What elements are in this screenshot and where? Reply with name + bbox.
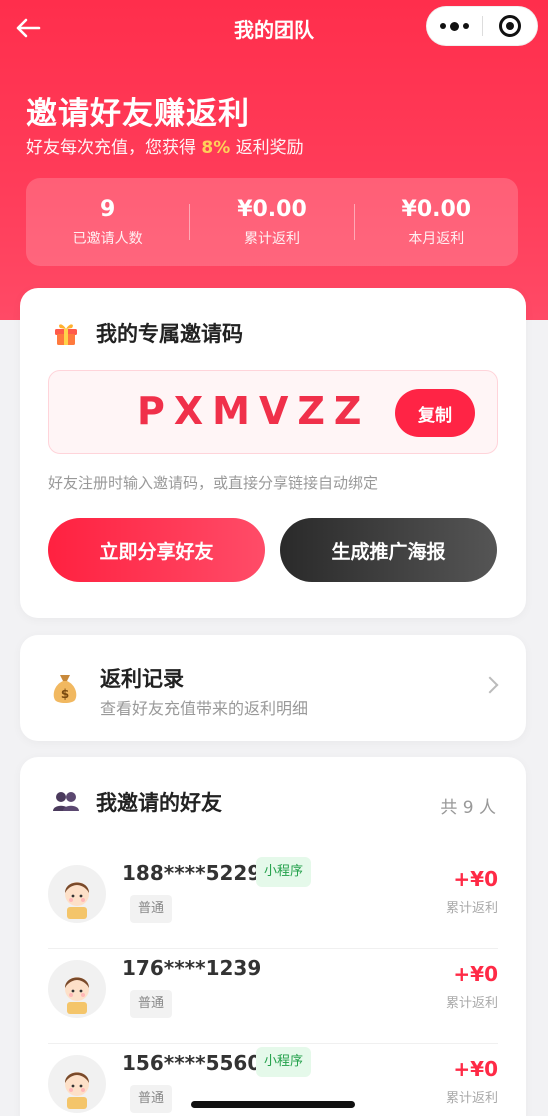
- copy-button[interactable]: 复制: [395, 389, 475, 437]
- navbar: 我的团队: [0, 0, 548, 56]
- close-button[interactable]: [482, 6, 537, 46]
- stat-month-rebate: ¥0.00 本月返利: [401, 196, 472, 247]
- stats-panel: 9 已邀请人数 ¥0.00 累计返利 ¥0.00 本月返利: [26, 178, 518, 266]
- invited-friends-card: 我邀请的好友 共 9 人 188****5229 小程序 普通 +¥0 累计返利: [20, 757, 526, 1116]
- avatar: [48, 960, 106, 1018]
- rebate-percent: 8%: [201, 138, 231, 158]
- rebate-title: 返利记录: [100, 667, 184, 691]
- rebate-record-row[interactable]: $ 返利记录 查看好友充值带来的返利明细: [20, 635, 526, 741]
- hero-banner: 我的团队 邀请好友赚返利 好友每次充值，您获得 8% 返利奖励 9 已邀请人数 …: [0, 0, 548, 320]
- invite-code: PXMVZZ: [137, 389, 371, 433]
- avatar-icon: [65, 977, 89, 1014]
- money-bag-icon: $: [53, 675, 77, 703]
- chevron-right-icon: [481, 676, 499, 694]
- friend-rebate-amount: +¥0: [453, 867, 498, 891]
- hero-subtitle: 好友每次充值，您获得 8% 返利奖励: [26, 138, 304, 158]
- mini-program-capsule: [426, 6, 538, 46]
- share-friends-button[interactable]: 立即分享好友: [48, 518, 265, 582]
- avatar-icon: [65, 882, 89, 919]
- stat-total-rebate: ¥0.00 累计返利: [237, 196, 307, 247]
- friend-row[interactable]: 188****5229 小程序 普通 +¥0 累计返利: [48, 855, 498, 949]
- friend-phone: 156****5560: [122, 1051, 262, 1075]
- svg-text:$: $: [61, 687, 69, 701]
- invite-code-card: 我的专属邀请码 PXMVZZ 复制 好友注册时输入邀请码，或直接分享链接自动绑定…: [20, 288, 526, 618]
- more-button[interactable]: [427, 6, 482, 46]
- level-badge: 普通: [130, 990, 173, 1018]
- avatar: [48, 1055, 106, 1113]
- target-icon: [498, 15, 521, 37]
- source-badge: 小程序: [256, 1047, 312, 1077]
- friend-phone: 176****1239: [122, 956, 262, 980]
- invite-title: 我的专属邀请码: [96, 322, 243, 346]
- friend-rebate-amount: +¥0: [453, 1057, 498, 1081]
- friend-phone: 188****5229: [122, 861, 262, 885]
- friends-title: 我邀请的好友: [96, 791, 222, 815]
- generate-poster-button[interactable]: 生成推广海报: [280, 518, 497, 582]
- more-icon: [439, 23, 446, 29]
- hero-title: 邀请好友赚返利: [26, 96, 250, 132]
- friend-row[interactable]: 176****1239 普通 +¥0 累计返利: [48, 950, 498, 1044]
- source-badge: 小程序: [256, 857, 312, 887]
- invite-code-box: PXMVZZ 复制: [48, 370, 498, 454]
- users-icon: [53, 792, 79, 811]
- friend-rebate-label: 累计返利: [445, 996, 498, 1011]
- gift-icon: [55, 324, 77, 345]
- friend-rebate-label: 累计返利: [445, 901, 498, 916]
- friend-rebate-amount: +¥0: [453, 962, 498, 986]
- rebate-record-card[interactable]: $ 返利记录 查看好友充值带来的返利明细: [20, 635, 526, 741]
- avatar-icon: [65, 1072, 89, 1109]
- stat-invited: 9 已邀请人数: [72, 196, 143, 247]
- friend-rebate-label: 累计返利: [445, 1091, 498, 1106]
- avatar: [48, 865, 106, 923]
- level-badge: 普通: [130, 895, 173, 923]
- friends-count: 共 9 人: [440, 798, 496, 818]
- level-badge: 普通: [130, 1085, 173, 1113]
- invite-hint: 好友注册时输入邀请码，或直接分享链接自动绑定: [48, 474, 379, 492]
- home-indicator: [191, 1101, 355, 1108]
- rebate-subtitle: 查看好友充值带来的返利明细: [100, 699, 309, 718]
